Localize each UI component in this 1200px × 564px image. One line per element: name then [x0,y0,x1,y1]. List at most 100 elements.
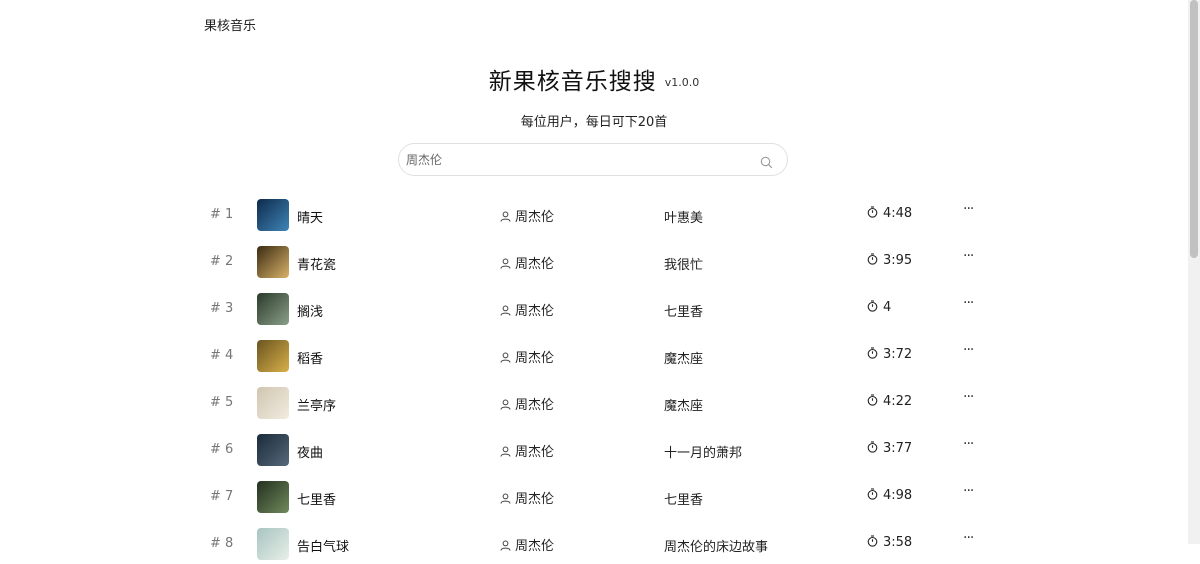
artist-cell: 周杰伦 [500,488,554,507]
song-index: # 3 [210,301,234,316]
album-cover [257,387,289,419]
album-cover [257,481,289,513]
album-cover [257,199,289,231]
song-duration: 3:95 [883,253,913,268]
song-duration: 3:58 [883,535,913,550]
page-title: 新果核音乐搜搜 [488,69,657,95]
album-cover [257,293,289,325]
song-row[interactable]: # 7 七里香 周杰伦 七里香 4:98 ··· [200,477,1000,517]
album-name[interactable]: 叶惠美 [664,207,703,226]
album-cover [257,528,289,560]
song-title[interactable]: 稻香 [297,348,323,367]
more-options-icon[interactable]: ··· [963,436,974,452]
duration-cell: 3:58 [867,535,912,550]
song-row[interactable]: # 6 夜曲 周杰伦 十一月的萧邦 3:77 ··· [200,430,1000,470]
version-label: v1.0.0 [664,76,700,89]
search-input[interactable] [406,150,746,170]
artist-cell: 周杰伦 [500,253,554,272]
stopwatch-icon [867,253,878,265]
search-icon[interactable] [760,154,773,169]
artist-cell: 周杰伦 [500,535,554,554]
song-index: # 4 [210,348,234,363]
song-title[interactable]: 搁浅 [297,301,323,320]
album-cover [257,434,289,466]
user-icon [500,540,511,551]
user-icon [500,258,511,269]
more-options-icon[interactable]: ··· [963,295,974,311]
duration-cell: 4:48 [867,206,912,221]
more-options-icon[interactable]: ··· [963,483,974,499]
stopwatch-icon [867,488,878,500]
artist-name[interactable]: 周杰伦 [515,351,554,366]
stopwatch-icon [867,300,878,312]
duration-cell: 4:98 [867,488,912,503]
album-name[interactable]: 周杰伦的床边故事 [664,536,768,555]
song-title[interactable]: 七里香 [297,489,336,508]
artist-name[interactable]: 周杰伦 [515,539,554,554]
song-duration: 3:77 [883,441,913,456]
duration-cell: 4:22 [867,394,912,409]
duration-cell: 3:77 [867,441,912,456]
artist-cell: 周杰伦 [500,300,554,319]
song-duration: 4:98 [883,488,913,503]
stopwatch-icon [867,394,878,406]
more-options-icon[interactable]: ··· [963,389,974,405]
album-name[interactable]: 七里香 [664,489,703,508]
album-name[interactable]: 七里香 [664,301,703,320]
artist-cell: 周杰伦 [500,206,554,225]
song-index: # 6 [210,442,234,457]
song-index: # 5 [210,395,234,410]
song-title[interactable]: 青花瓷 [297,254,336,273]
song-title[interactable]: 告白气球 [297,536,349,555]
artist-name[interactable]: 周杰伦 [515,445,554,460]
page-scrollbar[interactable] [1188,0,1200,544]
duration-cell: 4 [867,300,891,315]
song-row[interactable]: # 4 稻香 周杰伦 魔杰座 3:72 ··· [200,336,1000,376]
song-row[interactable]: # 3 搁浅 周杰伦 七里香 4 ··· [200,289,1000,329]
user-icon [500,305,511,316]
stopwatch-icon [867,206,878,218]
artist-name[interactable]: 周杰伦 [515,210,554,225]
brand-logo-text[interactable]: 果核音乐 [204,15,256,34]
album-name[interactable]: 魔杰座 [664,395,703,414]
stopwatch-icon [867,535,878,547]
artist-name[interactable]: 周杰伦 [515,257,554,272]
more-options-icon[interactable]: ··· [963,248,974,264]
stopwatch-icon [867,347,878,359]
artist-name[interactable]: 周杰伦 [515,492,554,507]
album-name[interactable]: 我很忙 [664,254,703,273]
song-title[interactable]: 兰亭序 [297,395,336,414]
song-row[interactable]: # 1 晴天 周杰伦 叶惠美 4:48 ··· [200,195,1000,235]
song-row[interactable]: # 8 告白气球 周杰伦 周杰伦的床边故事 3:58 ··· [200,524,1000,564]
artist-name[interactable]: 周杰伦 [515,398,554,413]
album-name[interactable]: 魔杰座 [664,348,703,367]
song-title[interactable]: 夜曲 [297,442,323,461]
song-index: # 7 [210,489,234,504]
duration-cell: 3:95 [867,253,912,268]
song-duration: 4:22 [883,394,913,409]
song-duration: 3:72 [883,347,913,362]
song-duration: 4 [883,300,892,315]
page-header: 新果核音乐搜搜 v1.0.0 [0,62,1188,96]
album-name[interactable]: 十一月的萧邦 [664,442,742,461]
page-subtitle: 每位用户，每日可下20首 [520,115,668,130]
song-index: # 2 [210,254,234,269]
search-box [398,143,788,176]
album-cover [257,246,289,278]
song-index: # 1 [210,207,234,222]
album-cover [257,340,289,372]
duration-cell: 3:72 [867,347,912,362]
artist-name[interactable]: 周杰伦 [515,304,554,319]
song-row[interactable]: # 5 兰亭序 周杰伦 魔杰座 4:22 ··· [200,383,1000,423]
user-icon [500,446,511,457]
user-icon [500,493,511,504]
more-options-icon[interactable]: ··· [963,342,974,358]
artist-cell: 周杰伦 [500,394,554,413]
artist-cell: 周杰伦 [500,441,554,460]
more-options-icon[interactable]: ··· [963,201,974,217]
scrollbar-thumb[interactable] [1190,0,1198,258]
song-row[interactable]: # 2 青花瓷 周杰伦 我很忙 3:95 ··· [200,242,1000,282]
artist-cell: 周杰伦 [500,347,554,366]
song-title[interactable]: 晴天 [297,207,323,226]
user-icon [500,352,511,363]
